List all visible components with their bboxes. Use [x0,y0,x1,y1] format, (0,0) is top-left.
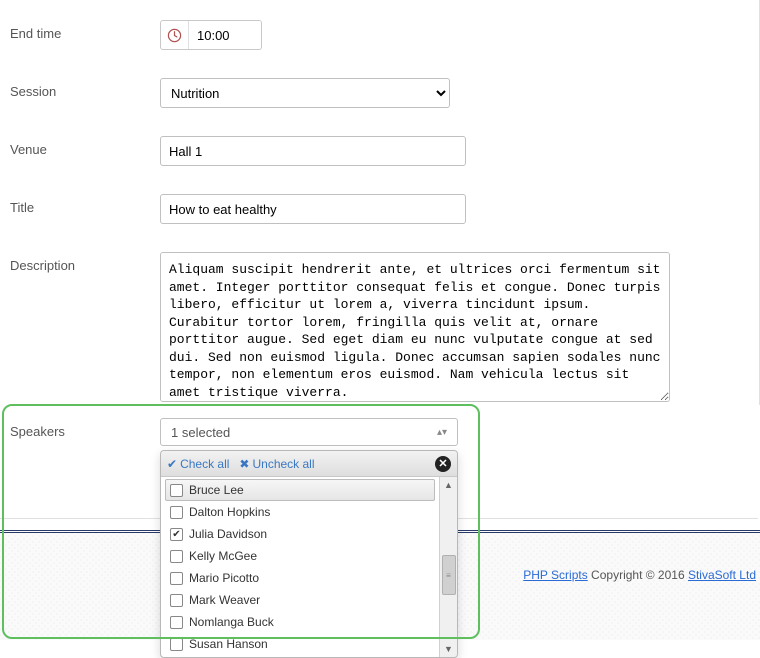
dropdown-scrollbar[interactable]: ▲ ≡ ▼ [439,477,457,657]
end-time-label: End time [10,20,160,41]
scroll-thumb[interactable]: ≡ [442,555,456,595]
checkbox-icon [170,594,183,607]
session-select[interactable]: Nutrition [160,78,450,108]
footer-link-company[interactable]: StivaSoft Ltd [688,568,756,582]
venue-label: Venue [10,136,160,157]
checkmark-icon: ✔ [167,457,177,471]
end-time-input[interactable] [189,21,261,49]
cross-icon: ✖ [239,457,249,471]
speaker-option[interactable]: Kelly McGee [165,545,435,567]
speaker-option-label: Bruce Lee [189,483,244,497]
venue-input[interactable] [160,136,466,166]
speaker-option[interactable]: Bruce Lee [165,479,435,501]
checkbox-icon [170,638,183,651]
close-dropdown-button[interactable]: ✕ [435,456,451,472]
description-label: Description [10,252,160,273]
checkbox-icon [170,484,183,497]
end-time-field[interactable] [160,20,262,50]
speaker-option-label: Dalton Hopkins [189,505,270,519]
checkbox-icon [170,550,183,563]
speaker-option-label: Nomlanga Buck [189,615,274,629]
uncheck-all-label: Uncheck all [252,457,314,471]
speaker-option[interactable]: Susan Hanson [165,633,435,655]
uncheck-all-button[interactable]: ✖ Uncheck all [239,457,314,471]
speaker-option[interactable]: Mark Weaver [165,589,435,611]
checkbox-icon: ✔ [170,528,183,541]
speaker-option-label: Kelly McGee [189,549,257,563]
checkbox-icon [170,616,183,629]
scroll-up-icon[interactable]: ▲ [440,477,458,493]
scroll-track[interactable]: ≡ [440,493,458,641]
speakers-label: Speakers [10,418,160,658]
speakers-summary: 1 selected [171,425,230,440]
speakers-select-button[interactable]: 1 selected ▴▾ [160,418,458,446]
speaker-option[interactable]: Nomlanga Buck [165,611,435,633]
footer-copyright: Copyright © 2016 [588,568,688,582]
updown-icon: ▴▾ [437,427,447,438]
speaker-option-label: Mario Picotto [189,571,259,585]
title-input[interactable] [160,194,466,224]
title-label: Title [10,194,160,215]
footer-link-scripts[interactable]: PHP Scripts [523,568,587,582]
description-textarea[interactable]: Aliquam suscipit hendrerit ante, et ultr… [160,252,670,402]
check-all-label: Check all [180,457,229,471]
speaker-option[interactable]: ✔ Julia Davidson [165,523,435,545]
speaker-option-label: Julia Davidson [189,527,267,541]
speakers-dropdown: ✔ Check all ✖ Uncheck all ✕ Bruce Lee Dal… [160,450,458,658]
close-icon: ✕ [438,457,447,470]
scroll-down-icon[interactable]: ▼ [440,641,458,657]
checkbox-icon [170,572,183,585]
footer-text: PHP Scripts Copyright © 2016 StivaSoft L… [523,568,756,582]
speaker-option-label: Susan Hanson [189,637,268,651]
speaker-option[interactable]: Mario Picotto [165,567,435,589]
session-label: Session [10,78,160,99]
speaker-option-label: Mark Weaver [189,593,260,607]
check-all-button[interactable]: ✔ Check all [167,457,229,471]
speaker-option[interactable]: Dalton Hopkins [165,501,435,523]
clock-icon [161,21,189,49]
checkbox-icon [170,506,183,519]
